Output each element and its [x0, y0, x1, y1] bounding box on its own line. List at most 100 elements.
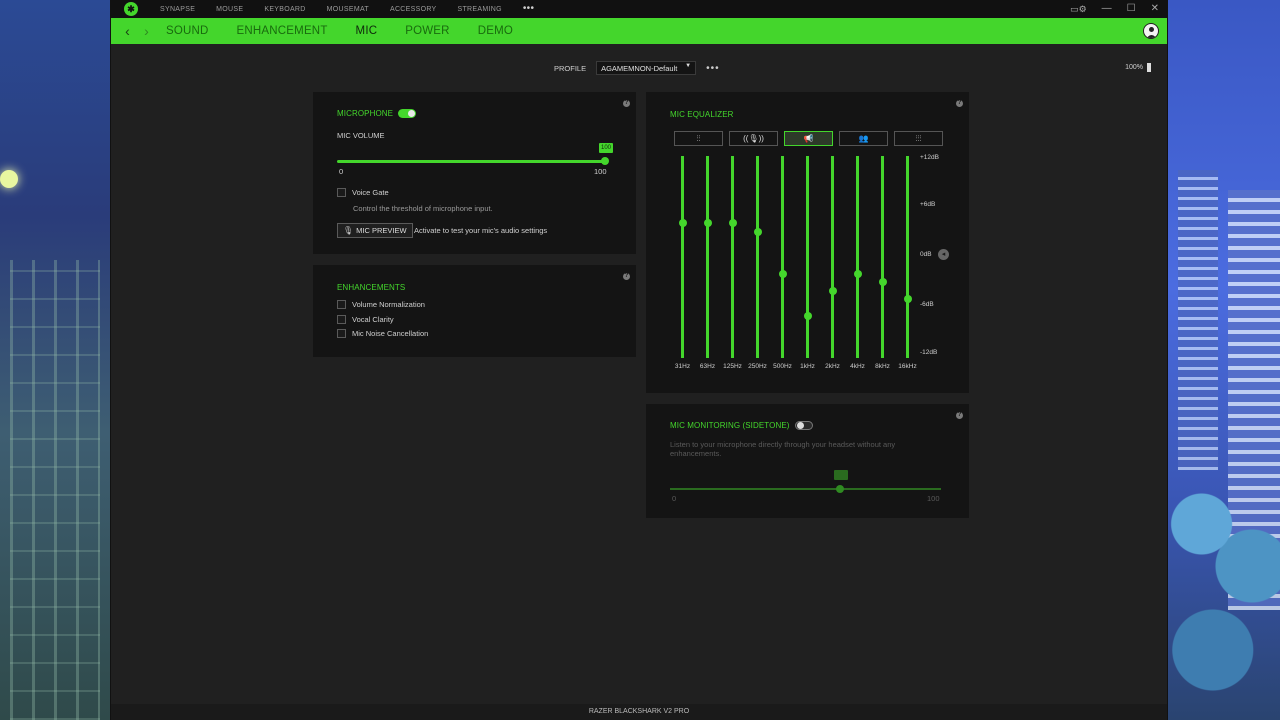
back-arrow-icon[interactable]: ‹ — [118, 21, 137, 41]
window-controls: ▭⚙ — ☐ ✕ — [1070, 2, 1159, 16]
sidetone-description: Listen to your microphone directly throu… — [670, 440, 896, 458]
profile-row: PROFILE AGAMEMNON-Default ▼ ••• — [554, 61, 720, 75]
tab-sound[interactable]: SOUND — [166, 18, 209, 44]
sidetone-panel: ? MIC MONITORING (SIDETONE) Listen to yo… — [646, 404, 969, 518]
db-label-minus6: -6dB — [920, 301, 934, 308]
top-menu-accessory[interactable]: ACCESSORY — [390, 6, 437, 13]
eq-band-knob[interactable] — [828, 286, 837, 295]
mic-preview-button[interactable]: 🎙 MIC PREVIEW — [337, 223, 413, 238]
profile-select[interactable]: AGAMEMNON-Default ▼ — [596, 61, 697, 75]
microphone-title: MICROPHONE — [337, 109, 394, 118]
top-menu-more-icon[interactable]: ••• — [523, 3, 534, 13]
chevron-down-icon: ▼ — [685, 63, 692, 69]
mic-equalizer-panel: ? MIC EQUALIZER ⫶⫶ ((🎙)) 📢 👥 ⫶⫶⫶ 31Hz 63H… — [646, 92, 969, 393]
top-menu-streaming[interactable]: STREAMING — [458, 6, 502, 13]
tab-demo[interactable]: DEMO — [478, 18, 513, 44]
mic-volume-badge: 100 — [599, 143, 613, 153]
mic-volume-slider[interactable] — [337, 160, 605, 163]
maximize-icon[interactable]: ☐ — [1127, 2, 1136, 16]
microphone-toggle[interactable] — [398, 109, 417, 118]
eq-band-knob[interactable] — [728, 219, 737, 228]
top-menu-synapse[interactable]: SYNAPSE — [160, 6, 195, 13]
eq-band-track[interactable] — [781, 156, 784, 358]
mic-preview-description: Activate to test your mic's audio settin… — [414, 226, 548, 235]
eq-band-knob[interactable] — [903, 295, 912, 304]
preset-people-icon[interactable]: 👥 — [839, 131, 888, 146]
desktop-background-right — [1168, 0, 1280, 720]
top-menu-keyboard[interactable]: KEYBOARD — [264, 6, 305, 13]
title-bar: ✱ SYNAPSE MOUSE KEYBOARD MOUSEMAT ACCESS… — [111, 0, 1167, 18]
eq-band-track[interactable] — [881, 156, 884, 358]
volume-normalization-checkbox[interactable] — [337, 300, 346, 309]
close-icon[interactable]: ✕ — [1151, 2, 1159, 16]
vocal-clarity-checkbox[interactable] — [337, 315, 346, 324]
mic-volume-min: 0 — [339, 167, 344, 176]
eq-band-track[interactable] — [681, 156, 684, 358]
help-icon[interactable]: ? — [956, 100, 963, 107]
mic-volume-thumb[interactable] — [601, 157, 609, 165]
profile-more-icon[interactable]: ••• — [706, 63, 720, 74]
volume-normalization-label: Volume Normalization — [352, 300, 425, 309]
reset-icon[interactable]: ◂ — [938, 249, 949, 260]
sidetone-slider[interactable] — [670, 488, 941, 490]
tab-mic[interactable]: MIC — [356, 18, 378, 44]
mic-noise-cancellation-label: Mic Noise Cancellation — [352, 329, 429, 338]
tab-enhancement[interactable]: ENHANCEMENT — [237, 18, 328, 44]
eq-band-knob[interactable] — [778, 269, 787, 278]
forward-arrow-icon[interactable]: › — [137, 21, 156, 41]
eq-band-knob[interactable] — [703, 219, 712, 228]
eq-band-track[interactable] — [731, 156, 734, 358]
voice-gate-label: Voice Gate — [352, 188, 389, 197]
help-icon[interactable]: ? — [623, 273, 630, 280]
sidetone-thumb[interactable] — [836, 485, 844, 493]
eq-band-knob[interactable] — [853, 269, 862, 278]
synapse-window: ✱ SYNAPSE MOUSE KEYBOARD MOUSEMAT ACCESS… — [110, 0, 1168, 720]
top-menu-mouse[interactable]: MOUSE — [216, 6, 243, 13]
mic-equalizer-title: MIC EQUALIZER — [670, 110, 734, 119]
tab-power[interactable]: POWER — [405, 18, 449, 44]
sidetone-title: MIC MONITORING (SIDETONE) — [670, 421, 790, 430]
top-menu-mousemat[interactable]: MOUSEMAT — [327, 6, 369, 13]
camera-settings-icon[interactable]: ▭⚙ — [1070, 2, 1087, 16]
eq-band-track[interactable] — [706, 156, 709, 358]
eq-band-track[interactable] — [756, 156, 759, 358]
mic-noise-cancellation-checkbox[interactable] — [337, 329, 346, 338]
sidetone-badge — [834, 470, 848, 480]
desktop-background-left — [0, 0, 110, 720]
sidetone-toggle[interactable] — [794, 421, 813, 430]
preset-mic-broadcast-icon[interactable]: ((🎙)) — [729, 131, 778, 146]
eq-band-knob[interactable] — [753, 227, 762, 236]
eq-band-knob[interactable] — [678, 219, 687, 228]
mic-preview-label: MIC PREVIEW — [356, 226, 407, 235]
eq-band-track[interactable] — [831, 156, 834, 358]
help-icon[interactable]: ? — [956, 412, 963, 419]
eq-band-knob[interactable] — [803, 311, 812, 320]
db-label-0: 0dB — [920, 251, 932, 258]
db-label-minus12: -12dB — [920, 349, 938, 356]
help-icon[interactable]: ? — [623, 100, 630, 107]
eq-band-knob[interactable] — [878, 278, 887, 287]
eq-band-track[interactable] — [806, 156, 809, 358]
voice-gate-description: Control the threshold of microphone inpu… — [353, 204, 493, 213]
profile-selected-value: AGAMEMNON-Default — [601, 63, 678, 73]
sidetone-min: 0 — [672, 494, 677, 503]
voice-gate-checkbox[interactable] — [337, 188, 346, 197]
sidetone-max: 100 — [927, 494, 940, 503]
minimize-icon[interactable]: — — [1102, 2, 1112, 16]
preset-megaphone-icon[interactable]: 📢 — [784, 131, 833, 146]
battery-percent: 100% — [1125, 64, 1143, 71]
preset-custom-sliders-icon[interactable]: ⫶⫶⫶ — [894, 131, 943, 146]
mic-volume-max: 100 — [594, 167, 607, 176]
microphone-panel: ? MICROPHONE MIC VOLUME 100 0 100 Voice … — [313, 92, 636, 254]
db-label-plus12: +12dB — [920, 154, 939, 161]
razer-logo-icon[interactable]: ✱ — [124, 2, 138, 16]
eq-presets: ⫶⫶ ((🎙)) 📢 👥 ⫶⫶⫶ — [674, 131, 949, 146]
eq-band-track[interactable] — [856, 156, 859, 358]
profile-label: PROFILE — [554, 63, 587, 73]
enhancements-title: ENHANCEMENTS — [337, 283, 406, 292]
eq-band-track[interactable] — [906, 156, 909, 358]
microphone-icon: 🎙 — [343, 226, 354, 235]
user-avatar-icon[interactable] — [1143, 23, 1159, 39]
db-label-plus6: +6dB — [920, 201, 936, 208]
preset-sliders-icon[interactable]: ⫶⫶ — [674, 131, 723, 146]
